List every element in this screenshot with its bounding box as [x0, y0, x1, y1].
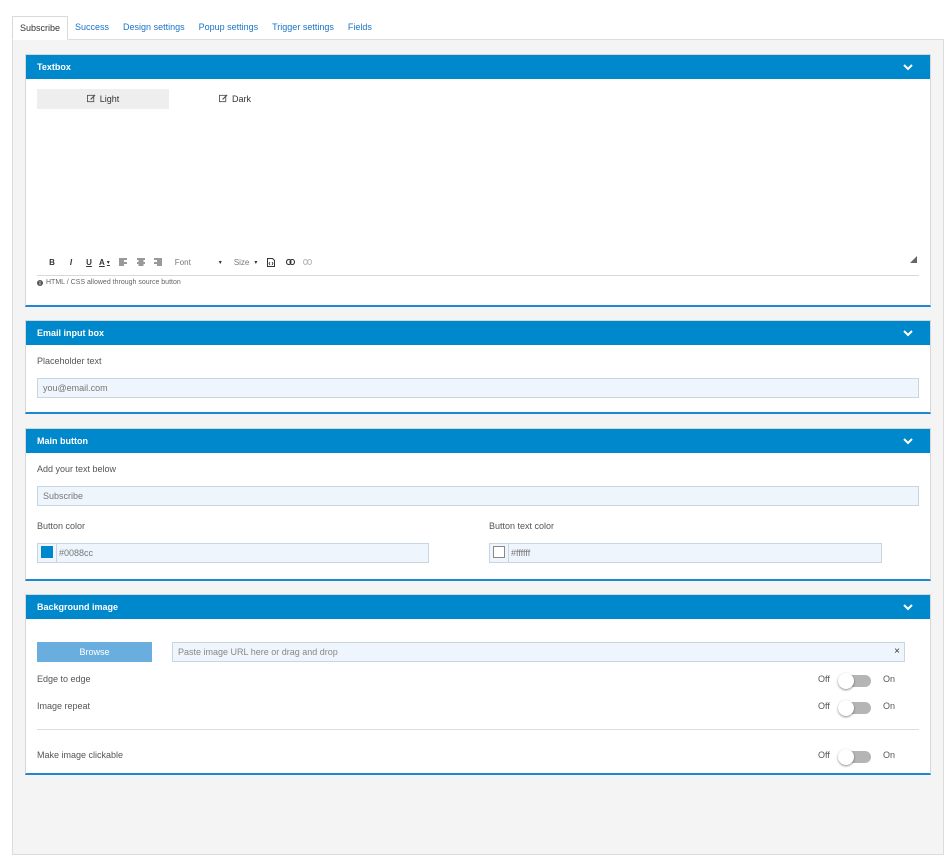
- italic-button[interactable]: I: [66, 256, 76, 268]
- button-text-input[interactable]: Subscribe: [37, 486, 919, 506]
- text-color-label: A: [99, 257, 105, 267]
- unlink-icon[interactable]: [302, 256, 312, 268]
- align-center-icon[interactable]: [136, 256, 146, 268]
- font-select[interactable]: Font: [175, 256, 219, 268]
- size-select-label: Size: [233, 257, 250, 267]
- email-input-panel-header[interactable]: Email input box: [26, 321, 930, 345]
- main-button-panel-title: Main button: [37, 436, 88, 446]
- button-text-color-label: Button text color: [489, 521, 555, 531]
- background-image-panel-title: Background image: [37, 602, 119, 612]
- textbox-panel-title: Textbox: [37, 62, 71, 72]
- image-repeat-toggle[interactable]: [838, 700, 871, 716]
- link-icon[interactable]: [285, 256, 295, 268]
- email-input-panel-title: Email input box: [37, 328, 105, 338]
- background-image-panel-header[interactable]: Background image: [26, 595, 930, 619]
- make-clickable-label: Make image clickable: [37, 750, 124, 760]
- button-color-value: #0088cc: [59, 548, 94, 558]
- placeholder-text-input[interactable]: you@email.com: [37, 378, 919, 398]
- image-url-placeholder: Paste image URL here or drag and drop: [178, 647, 338, 657]
- toolbar-divider: [37, 275, 919, 276]
- button-text-color-input[interactable]: #ffffff: [489, 543, 882, 563]
- toggle-off-label: Off: [818, 674, 830, 684]
- section-divider: [37, 729, 919, 730]
- swatch-divider: [56, 544, 57, 562]
- toggle-knob: [838, 749, 854, 765]
- edge-to-edge-toggle[interactable]: [838, 673, 871, 689]
- chevron-down-icon: [903, 330, 913, 337]
- button-text-label: Add your text below: [37, 464, 117, 474]
- edit-icon: [218, 94, 228, 103]
- browse-button[interactable]: Browse: [37, 642, 152, 662]
- caret-down-icon[interactable]: ▾: [219, 256, 222, 268]
- image-repeat-label: Image repeat: [37, 701, 91, 711]
- placeholder-text-label: Placeholder text: [37, 356, 102, 366]
- button-color-input[interactable]: #0088cc: [37, 543, 429, 563]
- toggle-off-label: Off: [818, 750, 830, 760]
- make-clickable-toggle[interactable]: [838, 749, 871, 765]
- tab-success[interactable]: Success: [68, 16, 116, 40]
- toggle-off-label: Off: [818, 701, 830, 711]
- toggle-on-label: On: [883, 674, 896, 684]
- edge-to-edge-row: Edge to edge Off On: [37, 672, 907, 689]
- button-color-label: Button color: [37, 521, 86, 531]
- caret-down-icon[interactable]: ▾: [254, 256, 257, 268]
- image-url-input[interactable]: Paste image URL here or drag and drop ×: [172, 642, 905, 662]
- chevron-down-icon: [903, 604, 913, 611]
- editor-toolbar: B I U A ▾ Font ▾ Size ▾: [46, 256, 312, 268]
- info-icon: [37, 279, 43, 286]
- toggle-knob: [838, 673, 854, 689]
- align-right-icon[interactable]: [153, 256, 163, 268]
- text-color-button[interactable]: A ▾: [99, 256, 110, 268]
- button-text-color-value: #ffffff: [511, 548, 531, 558]
- underline-button[interactable]: U: [83, 256, 95, 268]
- tab-subscribe[interactable]: Subscribe: [12, 16, 69, 40]
- edit-icon: [86, 94, 96, 103]
- textbox-panel-header[interactable]: Textbox: [26, 55, 930, 79]
- email-input-panel: Email input box: [25, 320, 931, 414]
- toggle-on-label: On: [883, 701, 896, 711]
- source-code-icon[interactable]: [266, 256, 276, 268]
- dark-mode-button[interactable]: Dark: [169, 89, 301, 109]
- caret-down-icon: ▾: [106, 259, 110, 266]
- color-swatch[interactable]: [41, 546, 53, 558]
- close-icon[interactable]: ×: [894, 643, 900, 661]
- tab-design-settings[interactable]: Design settings: [116, 16, 192, 40]
- color-swatch[interactable]: [493, 546, 505, 558]
- edge-to-edge-label: Edge to edge: [37, 674, 91, 684]
- main-button-panel-header[interactable]: Main button: [26, 429, 930, 453]
- tab-trigger-settings[interactable]: Trigger settings: [265, 16, 341, 40]
- tab-fields[interactable]: Fields: [341, 16, 379, 40]
- html-hint-text: HTML / CSS allowed through source button: [46, 279, 181, 286]
- bold-button[interactable]: B: [46, 256, 58, 268]
- font-select-label: Font: [174, 257, 191, 267]
- toggle-knob: [838, 700, 854, 716]
- chevron-down-icon: [903, 438, 913, 445]
- toggle-on-label: On: [883, 750, 896, 760]
- resize-handle-icon[interactable]: [910, 256, 917, 263]
- chevron-down-icon: [903, 64, 913, 71]
- size-select[interactable]: Size: [234, 256, 250, 268]
- html-hint: HTML / CSS allowed through source button: [37, 279, 181, 286]
- swatch-divider: [508, 544, 509, 562]
- tab-popup-settings[interactable]: Popup settings: [192, 16, 266, 40]
- tab-bar: Subscribe Success Design settings Popup …: [12, 16, 379, 40]
- align-left-icon[interactable]: [118, 256, 128, 268]
- light-mode-label: Light: [99, 94, 120, 104]
- make-clickable-row: Make image clickable Off On: [37, 748, 907, 765]
- light-mode-button[interactable]: Light: [37, 89, 169, 109]
- image-repeat-row: Image repeat Off On: [37, 699, 907, 716]
- dark-mode-label: Dark: [231, 94, 251, 104]
